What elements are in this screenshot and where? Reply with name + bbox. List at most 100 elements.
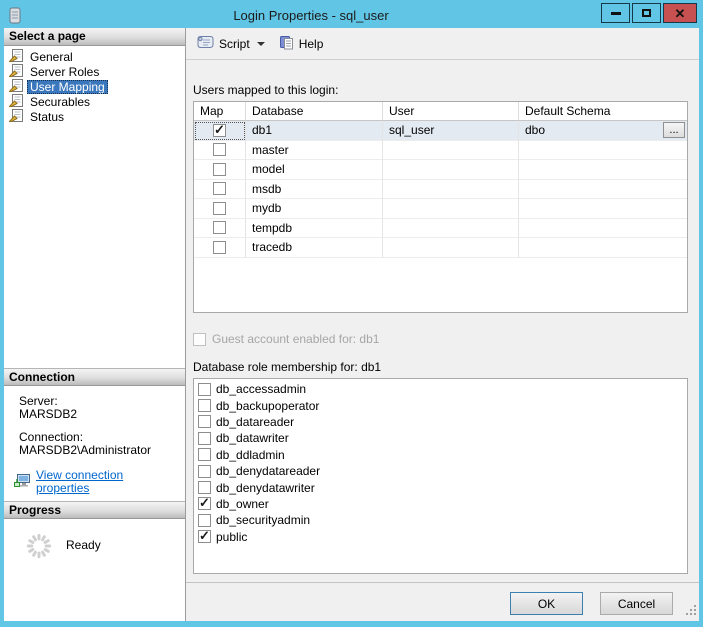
map-checkbox[interactable] — [213, 162, 226, 176]
role-checkbox[interactable] — [198, 481, 211, 495]
user-cell: sql_user — [383, 121, 519, 141]
role-label: db_denydatareader — [216, 464, 321, 479]
progress-header: Progress — [4, 501, 185, 519]
column-header-map[interactable]: Map — [194, 102, 246, 121]
role-checkbox[interactable] — [198, 513, 211, 527]
map-checkbox[interactable] — [213, 182, 226, 196]
page-icon — [8, 108, 23, 125]
role-item-db-owner[interactable]: db_owner — [194, 495, 687, 512]
role-label: db_accessadmin — [216, 382, 307, 397]
database-cell: tracedb — [246, 238, 383, 258]
login-properties-dialog: Login Properties - sql_user ✕ Select a p… — [0, 0, 703, 627]
footer: OK Cancel — [186, 582, 699, 621]
table-row[interactable]: msdb — [194, 179, 687, 199]
help-doc-icon — [279, 35, 294, 53]
view-connection-properties-link[interactable]: View connection properties — [36, 469, 179, 495]
role-label: db_datawriter — [216, 431, 289, 446]
user-cell — [383, 179, 519, 199]
role-item-public[interactable]: public — [194, 528, 687, 545]
column-header-default-schema[interactable]: Default Schema — [519, 102, 687, 121]
role-checkbox[interactable] — [198, 528, 211, 544]
minimize-button[interactable] — [601, 3, 630, 23]
user-cell — [383, 140, 519, 160]
database-cell: mydb — [246, 199, 383, 219]
default-schema-cell — [519, 180, 687, 199]
server-value: MARSDB2 — [19, 407, 78, 421]
table-row[interactable]: model — [194, 160, 687, 180]
minimize-icon — [610, 11, 621, 15]
browse-default-schema-button[interactable]: ... — [663, 122, 685, 138]
user-cell — [383, 218, 519, 238]
role-label: db_securityadmin — [216, 513, 311, 528]
connection-properties-icon — [14, 473, 31, 491]
user-cell — [383, 160, 519, 180]
role-item-db-denydatawriter[interactable]: db_denydatawriter — [194, 479, 687, 495]
column-header-user[interactable]: User — [383, 102, 519, 121]
main-panel: Script Help Users mapped to this login: … — [186, 28, 699, 621]
script-button-label: Script — [219, 36, 250, 51]
script-button[interactable]: Script — [190, 31, 272, 56]
cancel-button[interactable]: Cancel — [600, 592, 673, 615]
maximize-button[interactable] — [632, 3, 661, 23]
dialog-app-icon — [9, 7, 21, 24]
page-icon — [8, 78, 23, 95]
sidebar-item-user-mapping[interactable]: User Mapping — [4, 78, 185, 95]
map-checkbox[interactable] — [213, 221, 226, 235]
role-checkbox[interactable] — [198, 448, 211, 462]
script-scroll-icon — [197, 35, 214, 52]
role-item-db-denydatareader[interactable]: db_denydatareader — [194, 463, 687, 479]
guest-account-label: Guest account enabled for: db1 — [212, 332, 380, 346]
script-dropdown-arrow-icon — [256, 41, 265, 46]
resize-grip[interactable] — [685, 604, 697, 619]
role-item-db-accessadmin[interactable]: db_accessadmin — [194, 381, 687, 397]
progress-status: Ready — [66, 538, 101, 552]
toolbar: Script Help — [186, 28, 699, 60]
role-checkbox[interactable] — [198, 399, 211, 413]
sidebar-item-general[interactable]: General — [4, 48, 185, 65]
role-item-db-backupoperator[interactable]: db_backupoperator — [194, 397, 687, 413]
default-schema-cell: dbo ... — [519, 121, 687, 141]
role-label: db_ddladmin — [216, 447, 285, 462]
close-button[interactable]: ✕ — [663, 3, 697, 23]
close-icon: ✕ — [674, 5, 686, 21]
sidebar-item-securables[interactable]: Securables — [4, 93, 185, 109]
role-checkbox[interactable] — [198, 382, 211, 396]
page-icon — [8, 63, 23, 80]
connection-value: MARSDB2\Administrator — [19, 443, 152, 457]
role-item-db-securityadmin[interactable]: db_securityadmin — [194, 512, 687, 528]
table-row[interactable]: master — [194, 140, 687, 160]
ok-button[interactable]: OK — [510, 592, 583, 615]
role-label: db_backupoperator — [216, 398, 320, 413]
database-cell: tempdb — [246, 218, 383, 238]
window-title: Login Properties - sql_user — [233, 7, 389, 23]
database-cell: db1 — [246, 121, 383, 141]
role-checkbox[interactable] — [198, 495, 211, 511]
role-checkbox[interactable] — [198, 431, 211, 445]
role-label: db_datareader — [216, 414, 295, 429]
table-row[interactable]: mydb — [194, 199, 687, 219]
role-item-db-ddladmin[interactable]: db_ddladmin — [194, 447, 687, 463]
page-icon — [8, 48, 23, 65]
map-checkbox[interactable] — [213, 201, 226, 215]
map-checkbox[interactable] — [213, 122, 226, 138]
column-header-database[interactable]: Database — [246, 102, 383, 121]
sidebar-item-status[interactable]: Status — [4, 108, 185, 125]
guest-account-checkbox[interactable] — [193, 332, 206, 346]
sidebar: Select a page General Server Roles User … — [4, 28, 186, 621]
database-cell: master — [246, 140, 383, 160]
guest-account-row: Guest account enabled for: db1 — [193, 332, 688, 346]
map-checkbox[interactable] — [213, 240, 226, 254]
map-checkbox[interactable] — [213, 143, 226, 157]
table-row[interactable]: tempdb — [194, 218, 687, 238]
table-row[interactable]: tracedb — [194, 238, 687, 258]
table-body: db1 sql_user dbo ... master model msdb — [194, 121, 687, 258]
help-button[interactable]: Help — [272, 31, 331, 57]
role-checkbox[interactable] — [198, 464, 211, 478]
role-item-db-datawriter[interactable]: db_datawriter — [194, 430, 687, 446]
role-item-db-datareader[interactable]: db_datareader — [194, 414, 687, 430]
titlebar[interactable]: Login Properties - sql_user ✕ — [0, 0, 703, 28]
users-mapped-label: Users mapped to this login: — [193, 83, 339, 97]
table-row[interactable]: db1 sql_user dbo ... — [194, 121, 687, 141]
role-checkbox[interactable] — [198, 415, 211, 429]
sidebar-item-server-roles[interactable]: Server Roles — [4, 63, 185, 80]
